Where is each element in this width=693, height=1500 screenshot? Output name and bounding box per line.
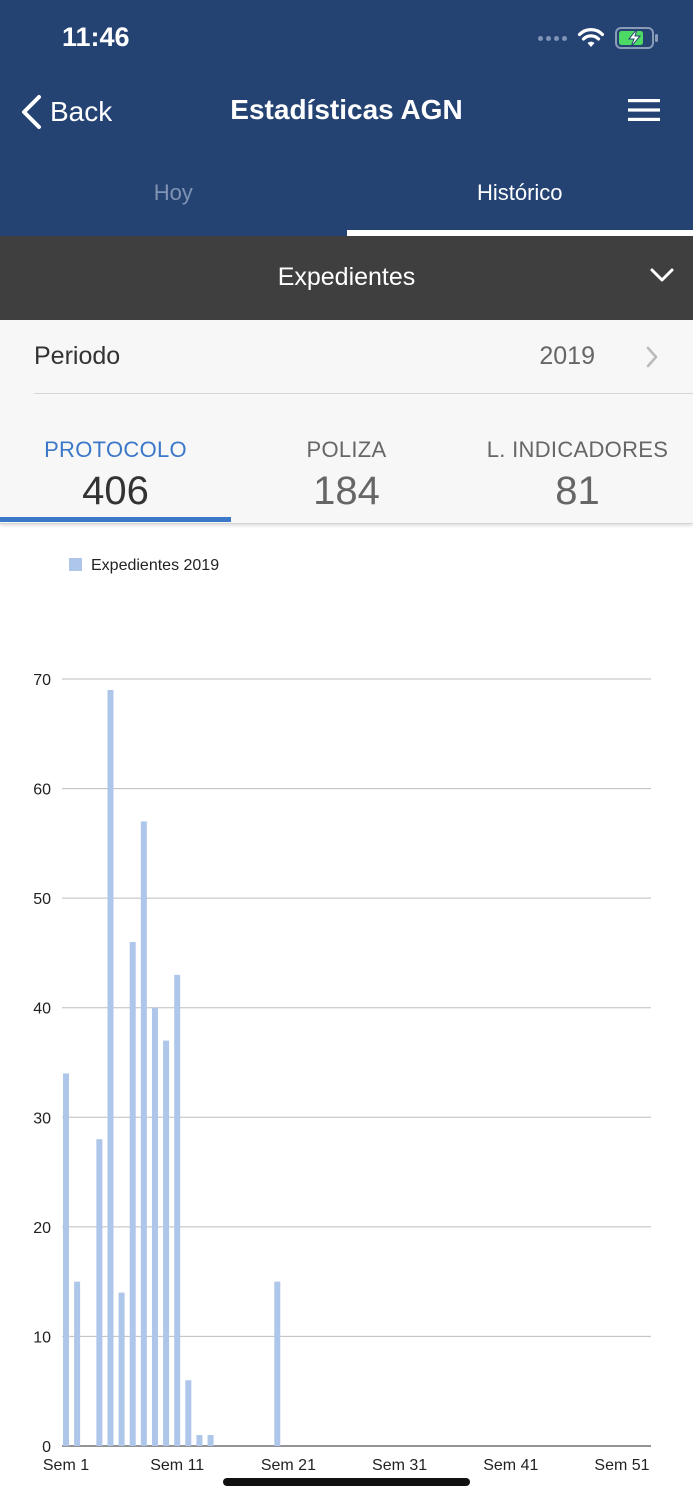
- bar-sem-4: [96, 1139, 103, 1446]
- y-tick-label: 20: [33, 1220, 51, 1237]
- home-indicator: [223, 1478, 470, 1486]
- tab-bar: Hoy Histórico: [0, 160, 693, 236]
- stat-poliza[interactable]: POLIZA 184: [231, 394, 462, 523]
- bar-sem-12: [185, 1380, 192, 1446]
- y-tick-label: 40: [33, 1001, 51, 1018]
- stat-label: PROTOCOLO: [44, 437, 187, 462]
- x-tick-label: Sem 21: [261, 1457, 316, 1474]
- y-tick-label: 70: [33, 672, 51, 689]
- x-tick-label: Sem 31: [372, 1457, 427, 1474]
- signal-dots-icon: [538, 35, 567, 41]
- bar-sem-6: [118, 1292, 125, 1446]
- stat-value: 406: [82, 469, 149, 513]
- status-icons: [538, 24, 659, 52]
- bar-sem-7: [129, 941, 136, 1446]
- bar-sem-8: [140, 821, 147, 1446]
- back-label: Back: [50, 96, 113, 127]
- periodo-row[interactable]: Periodo 2019: [0, 320, 693, 394]
- x-tick-label: Sem 51: [594, 1457, 649, 1474]
- category-dropdown[interactable]: Expedientes: [0, 236, 693, 320]
- chevron-left-icon: [22, 95, 41, 129]
- x-tick-label: Sem 11: [150, 1457, 204, 1474]
- bar-sem-1: [63, 1073, 69, 1446]
- stat-l-indicadores[interactable]: L. INDICADORES 81: [462, 394, 693, 523]
- chart-bars: [63, 689, 281, 1446]
- periodo-value: 2019: [539, 342, 595, 370]
- bar-sem-11: [174, 974, 181, 1446]
- chart-legend: Expedientes 2019: [69, 557, 219, 574]
- x-tick-label: Sem 1: [43, 1457, 89, 1474]
- stat-value: 81: [555, 469, 600, 513]
- y-tick-label: 50: [33, 891, 51, 908]
- dropdown-label: Expedientes: [277, 263, 416, 291]
- legend-label: Expedientes 2019: [91, 557, 219, 574]
- menu-button[interactable]: [627, 96, 661, 124]
- bar-sem-9: [151, 1007, 158, 1446]
- active-stat-indicator: [0, 517, 231, 522]
- bar-sem-5: [107, 689, 114, 1446]
- bar-sem-10: [163, 1040, 170, 1446]
- y-tick-label: 30: [33, 1110, 51, 1127]
- stats-tabs: PROTOCOLO 406 POLIZA 184 L. INDICADORES …: [0, 394, 693, 524]
- stat-value: 184: [313, 469, 380, 513]
- y-tick-label: 10: [33, 1329, 51, 1346]
- battery-charging-icon: [615, 27, 658, 49]
- status-time: 11:46: [62, 22, 130, 52]
- bar-chart: Expedientes 2019 010203040506070 Sem 1 Se…: [33, 557, 651, 1474]
- tab-hoy[interactable]: Hoy: [0, 160, 347, 236]
- bar-sem-2: [74, 1281, 81, 1446]
- chevron-right-icon: [646, 346, 658, 368]
- bar-sem-14: [207, 1435, 214, 1446]
- back-button[interactable]: Back: [20, 92, 112, 132]
- x-tick-label: Sem 41: [483, 1457, 538, 1474]
- chevron-down-icon: [650, 268, 674, 282]
- chart-x-labels: Sem 1 Sem 11 Sem 21 Sem 31 Sem 41 Sem 51: [43, 1457, 650, 1474]
- stat-label: L. INDICADORES: [486, 437, 669, 462]
- stat-label: POLIZA: [306, 437, 387, 462]
- hamburger-menu-icon: [628, 99, 660, 121]
- chart-grid: 0 10 20 30 40 50 60 70: [33, 672, 651, 1456]
- bar-sem-13: [196, 1435, 203, 1446]
- app-header: 11:46 Back Estadísticas AGN Hoy Históric…: [0, 0, 693, 236]
- stat-protocolo[interactable]: PROTOCOLO 406: [0, 394, 231, 523]
- y-tick-label: 60: [33, 782, 51, 799]
- wifi-icon: [577, 28, 605, 47]
- y-tick-label: 0: [42, 1439, 51, 1456]
- legend-swatch: [69, 558, 82, 571]
- periodo-label: Periodo: [34, 342, 121, 370]
- bar-sem-20: [274, 1281, 281, 1446]
- tab-historico[interactable]: Histórico: [347, 160, 693, 236]
